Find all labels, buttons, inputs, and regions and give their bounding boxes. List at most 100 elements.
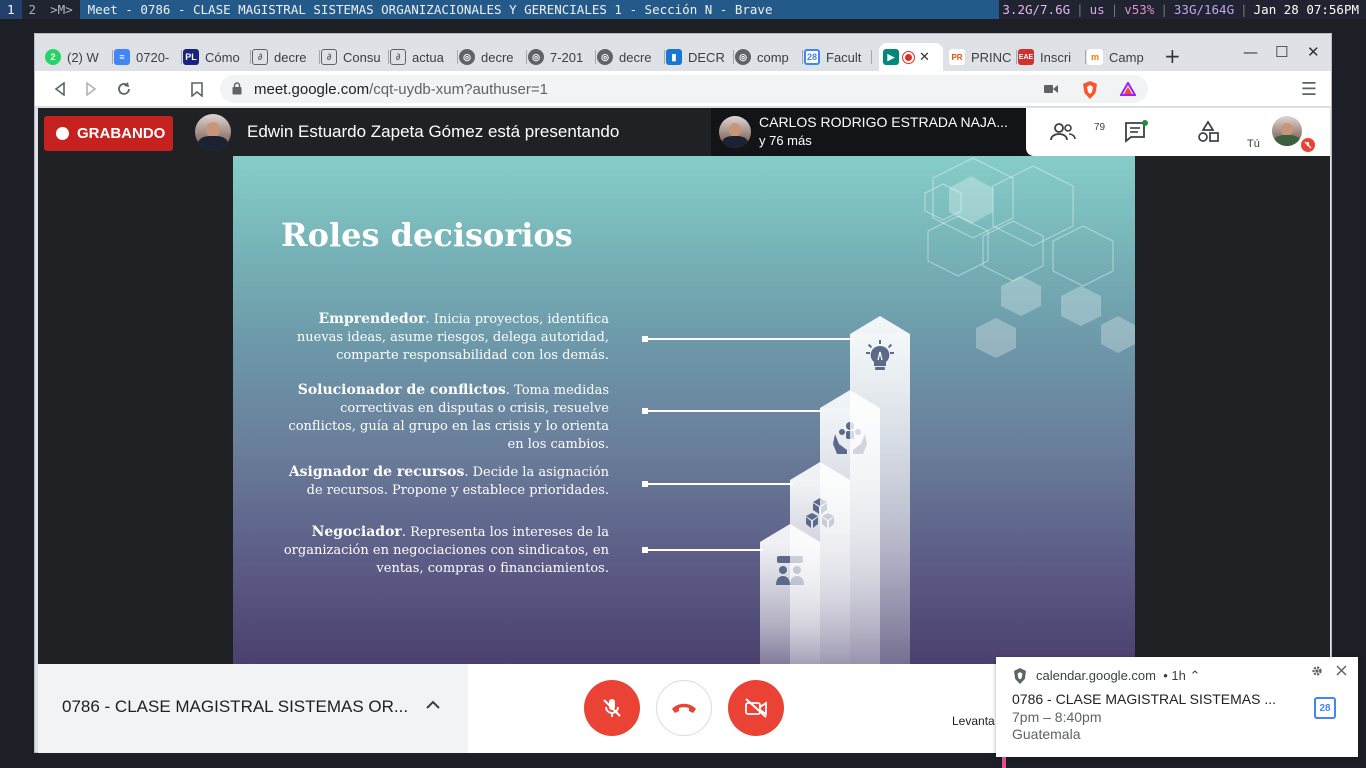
shapes-icon: [1198, 120, 1219, 142]
back-button[interactable]: [48, 77, 72, 101]
camera-toggle-button[interactable]: [728, 680, 784, 736]
wm-mode-indicator: >M>: [50, 2, 73, 17]
whatsapp-icon: 2: [45, 49, 61, 65]
tab-decre-1[interactable]: ∂ decre: [252, 43, 320, 71]
self-label: Tú: [1247, 138, 1260, 150]
tab-inscri[interactable]: EAE Inscri: [1018, 43, 1086, 71]
tab-google-docs[interactable]: ≡ 0720-: [114, 43, 182, 71]
google-calendar-icon: 28: [1314, 697, 1336, 719]
end-call-button[interactable]: [656, 680, 712, 736]
tab-princ[interactable]: PR PRINC: [949, 43, 1017, 71]
active-speaker-box[interactable]: CARLOS RODRIGO ESTRADA NAJA... y 76 más: [711, 108, 1027, 156]
chat-icon: [1125, 120, 1148, 143]
calendar-icon: 28: [804, 49, 820, 65]
url-path: /cqt-uydb-xum?authuser=1: [369, 80, 548, 98]
recording-label: GRABANDO: [77, 125, 166, 142]
reload-button[interactable]: [112, 77, 136, 101]
url-host: meet.google.com: [254, 80, 370, 98]
tab-label: comp: [757, 49, 789, 65]
lock-icon: [232, 82, 242, 95]
brave-shield-small-icon: [1014, 668, 1026, 684]
moodle-icon: m: [1087, 49, 1103, 65]
link-icon: ∂: [321, 49, 337, 65]
role-negociador: Negociador. Representa los intereses de …: [279, 523, 609, 578]
menu-icon[interactable]: ☰: [1297, 77, 1321, 101]
gear-icon[interactable]: [1311, 665, 1323, 677]
tab-comp[interactable]: ◎ comp: [735, 43, 803, 71]
record-dot-icon: [56, 127, 69, 140]
hang-up-icon: [672, 703, 696, 713]
close-window-button[interactable]: ✕: [1307, 43, 1320, 61]
activities-button[interactable]: [1196, 120, 1222, 144]
tab-label: decre: [619, 49, 652, 65]
google-docs-icon: ≡: [114, 49, 130, 65]
maximize-button[interactable]: ☐: [1275, 43, 1288, 61]
workspace-2[interactable]: 2: [22, 0, 44, 19]
bookmark-icon: [191, 81, 203, 97]
recording-badge[interactable]: GRABANDO: [44, 116, 173, 151]
calendar-notification[interactable]: calendar.google.com • 1h ⌃ 0786 - CLASE …: [996, 657, 1358, 757]
tab-meet-active[interactable]: ▶ ✕: [879, 43, 943, 71]
self-avatar[interactable]: [1272, 116, 1302, 146]
tab-consu[interactable]: ∂ Consu: [321, 43, 389, 71]
keyboard-layout: us: [1089, 2, 1105, 17]
connector-line: [642, 547, 763, 553]
chevron-up-icon: [426, 700, 440, 709]
meet-top-bar: GRABANDO Edwin Estuardo Zapeta Gómez est…: [38, 108, 1330, 156]
globe-icon: ◎: [459, 49, 475, 65]
forward-button[interactable]: [79, 77, 103, 101]
connector-line: [642, 336, 853, 342]
window-manager-bar: 1 2 >M> Meet - 0786 - CLASE MAGISTRAL SI…: [0, 0, 1366, 19]
notification-origin: calendar.google.com • 1h ⌃: [1036, 668, 1200, 684]
new-tab-button[interactable]: +: [1164, 44, 1181, 68]
reload-icon: [118, 82, 130, 95]
pl-icon: PL: [183, 49, 199, 65]
back-icon: [54, 82, 65, 96]
browser-window: 2 (2) W ≡ 0720- PL Cómo ∂ decre ∂ Consu ∂ actu…: [34, 33, 1332, 753]
camera-in-use-icon[interactable]: [1044, 84, 1058, 94]
tab-strip: 2 (2) W ≡ 0720- PL Cómo ∂ decre ∂ Consu ∂ actu…: [35, 34, 1331, 71]
hexagon-decoration: [924, 157, 1135, 358]
role-name: Emprendedor: [318, 311, 426, 327]
tab-label: Cómo: [205, 49, 240, 65]
mic-toggle-button[interactable]: [584, 680, 640, 736]
people-icon: [1050, 123, 1076, 141]
people-button[interactable]: 79: [1050, 120, 1105, 144]
tab-como[interactable]: PL Cómo: [183, 43, 251, 71]
meet-side-controls: 79 Tú: [1026, 108, 1330, 156]
tab-decr[interactable]: ▮ DECR: [666, 43, 734, 71]
tab-label: 7-201: [550, 49, 584, 65]
chat-button[interactable]: [1124, 120, 1150, 144]
tab-decre-3[interactable]: ◎ decre: [597, 43, 665, 71]
tab-actua[interactable]: ∂ actua: [390, 43, 458, 71]
pink-edge-marker: [1002, 757, 1006, 768]
close-tab-icon[interactable]: ✕: [919, 49, 930, 65]
tab-7-201[interactable]: ◎ 7-201: [528, 43, 596, 71]
brave-rewards-icon[interactable]: [1120, 82, 1136, 96]
meeting-details-button[interactable]: 0786 - CLASE MAGISTRAL SISTEMAS OR...: [38, 664, 468, 753]
bookmark-button[interactable]: [185, 77, 209, 101]
tab-label: Camp: [1109, 49, 1144, 65]
tab-label: Inscri: [1040, 49, 1072, 65]
forward-icon: [86, 82, 97, 96]
notification-origin-host: calendar.google.com: [1036, 668, 1156, 683]
recording-indicator-icon: [903, 51, 914, 63]
raise-hand-label[interactable]: Levanta: [952, 714, 995, 728]
volume-status: v53%: [1124, 2, 1155, 17]
close-notification-icon[interactable]: [1336, 665, 1347, 676]
workspace-1[interactable]: 1: [0, 0, 22, 19]
disk-status: 33G/164G: [1173, 2, 1235, 17]
role-emprendedor: Emprendedor. Inicia proyectos, identific…: [279, 310, 609, 365]
tab-camp[interactable]: m Camp: [1087, 43, 1155, 71]
tab-label: Consu: [343, 49, 381, 65]
minimize-button[interactable]: —: [1243, 43, 1258, 61]
tab-facult[interactable]: 28 Facult: [804, 43, 872, 71]
tab-whatsapp[interactable]: 2 (2) W: [45, 43, 113, 71]
clock: Jan 28 07:56PM: [1253, 2, 1359, 17]
status-bar: 3.2G/7.6G | us | v53% | 33G/164G | Jan 28 07…: [999, 0, 1366, 19]
brave-shields-icon[interactable]: [1082, 81, 1098, 99]
tab-label: PRINC: [971, 49, 1012, 65]
address-bar[interactable]: meet.google.com/cqt-uydb-xum?authuser=1: [220, 75, 1148, 103]
tab-decre-2[interactable]: ◎ decre: [459, 43, 527, 71]
memory-status: 3.2G/7.6G: [1002, 2, 1071, 17]
